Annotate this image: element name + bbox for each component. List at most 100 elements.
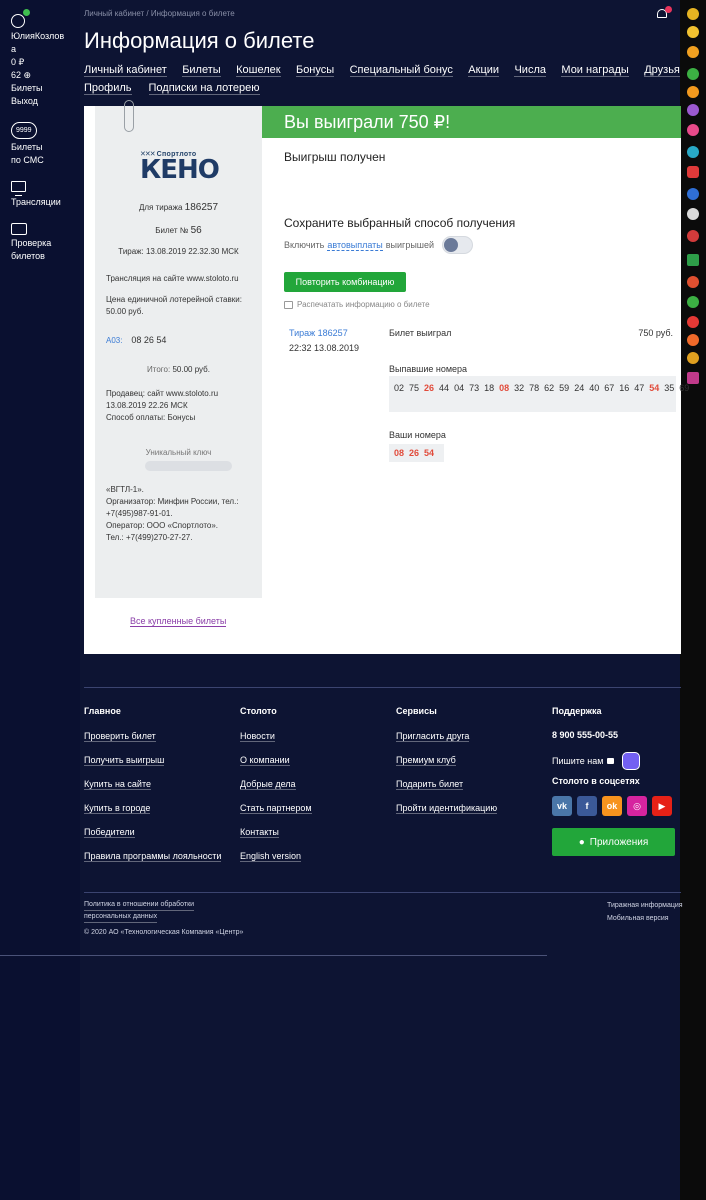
drawn-number: 73 (469, 383, 480, 393)
ticket-receipt: ✕✕✕ Спортлото КЕНО Для тиража 186257 Биле… (95, 100, 262, 598)
lottery-icon[interactable] (687, 334, 699, 346)
lottery-icon[interactable] (687, 316, 699, 328)
footer-link[interactable]: Новости (240, 730, 312, 742)
your-number: 08 (394, 448, 405, 458)
sms-label-2[interactable]: по СМС (11, 154, 80, 167)
balance[interactable]: 0 ₽ (11, 56, 80, 69)
bonus-row[interactable]: 62 ⊕ (11, 69, 80, 82)
nav-item[interactable]: Профиль (84, 82, 132, 95)
nav-item[interactable]: Мои награды (561, 64, 629, 77)
lottery-icon[interactable] (687, 104, 699, 116)
keno-icon[interactable] (687, 254, 699, 266)
breadcrumb[interactable]: Личный кабинет / Информация о билете (84, 9, 235, 18)
drawn-numbers: 02 75 26 44 04 73 18 08 32 78 62 59 24 40 67 16 47 54 35 69 (389, 376, 689, 412)
broadcast-info: Трансляция на сайте www.stoloto.ru (106, 274, 239, 283)
lottery-icon[interactable] (687, 276, 699, 288)
lottery-icon[interactable] (687, 26, 699, 38)
footer-link[interactable]: Премиум клуб (396, 754, 497, 766)
sms-block[interactable]: 9999 Билеты по СМС (11, 122, 80, 167)
bonus-icon: ⊕ (23, 70, 32, 80)
lottery-icon[interactable] (687, 146, 699, 158)
nav-item[interactable]: Друзья (644, 64, 680, 77)
print-link[interactable]: Распечатать информацию о билете (284, 300, 430, 309)
nav-item[interactable]: Кошелек (236, 64, 281, 77)
user-name[interactable]: ЮлияКозлов (11, 30, 80, 43)
broadcasts-block[interactable]: Трансляции (11, 181, 80, 209)
sms-icon: 9999 (11, 122, 37, 139)
lottery-icon[interactable] (687, 166, 699, 178)
bonus-count: 62 (11, 70, 22, 80)
nav-item[interactable]: Личный кабинет (84, 64, 167, 77)
footer-link[interactable]: Пригласить друга (396, 730, 497, 742)
lottery-icon[interactable] (687, 230, 699, 242)
lottery-icon[interactable] (687, 208, 699, 220)
footer-link[interactable]: Купить в городе (84, 802, 221, 814)
ticket-status: Билет выиграл (389, 328, 452, 338)
footer-link[interactable]: Подарить билет (396, 778, 497, 790)
nav-row-2: Профиль Подписки на лотерею (84, 82, 680, 95)
footer-link[interactable]: Правила программы лояльности (84, 850, 222, 862)
nav-item[interactable]: Акции (468, 64, 500, 77)
instagram-icon[interactable]: ◎ (627, 796, 647, 816)
nav-item[interactable]: Билеты (182, 64, 221, 77)
tickets-link[interactable]: Билеты (11, 82, 80, 95)
check-label-2[interactable]: билетов (11, 250, 80, 263)
nav-item[interactable]: Специальный бонус (349, 64, 453, 77)
repeat-combination-button[interactable]: Повторить комбинацию (284, 272, 406, 292)
footer-col-title: Поддержка (552, 706, 602, 716)
lottery-icon[interactable] (687, 46, 699, 58)
drawn-number: 62 (544, 383, 555, 393)
odnoklassniki-icon[interactable]: ok (602, 796, 622, 816)
privacy-policy-link-2[interactable]: персональных данных (84, 911, 158, 923)
logout-link[interactable]: Выход (11, 95, 80, 108)
footer-link[interactable]: Контакты (240, 826, 312, 838)
lottery-icon[interactable] (687, 188, 699, 200)
drawn-number: 75 (409, 383, 420, 393)
footer-link[interactable]: Проверить билет (84, 730, 221, 742)
all-tickets-link[interactable]: Все купленные билеты (130, 616, 227, 627)
footer-link[interactable]: English version (240, 850, 312, 862)
nav-item[interactable]: Подписки на лотерею (148, 82, 260, 95)
draw-link[interactable]: Тираж 186257 (289, 328, 348, 338)
bell-icon[interactable] (656, 6, 672, 20)
autopay-link[interactable]: автовыплаты (327, 240, 383, 251)
drawn-numbers-label: Выпавшие номера (389, 364, 468, 374)
lottery-icon[interactable] (687, 124, 699, 136)
vk-icon[interactable]: vk (552, 796, 572, 816)
privacy-policy-link-1[interactable]: Политика в отношении обработки (84, 899, 195, 911)
broadcasts-link[interactable]: Трансляции (11, 196, 80, 209)
nav-row-1: Личный кабинет Билеты Кошелек Бонусы Спе… (84, 64, 680, 77)
apps-button[interactable]: ● Приложения (552, 828, 675, 856)
facebook-icon[interactable]: f (577, 796, 597, 816)
drawn-number: 35 (664, 383, 675, 393)
check-label-1[interactable]: Проверка (11, 237, 80, 250)
user-block[interactable]: ЮлияКозлов а 0 ₽ 62 ⊕ Билеты Выход (11, 9, 80, 108)
lottery-icon[interactable] (687, 86, 699, 98)
check-tickets-block[interactable]: Проверка билетов (11, 223, 80, 263)
your-numbers-label: Ваши номера (389, 430, 446, 440)
footer-link[interactable]: Пройти идентификацию (396, 802, 498, 814)
user-icon[interactable] (11, 9, 30, 28)
nav-item[interactable]: Числа (514, 64, 546, 77)
chat-icon (607, 758, 615, 764)
footer-link[interactable]: Купить на сайте (84, 778, 221, 790)
nav-item[interactable]: Бонусы (295, 64, 335, 77)
write-us-row[interactable]: Пишите нам (552, 752, 680, 770)
sms-label-1[interactable]: Билеты (11, 141, 80, 154)
youtube-icon[interactable]: ▶ (652, 796, 672, 816)
footer-link[interactable]: Получить выигрыш (84, 754, 221, 766)
footer-link[interactable]: Стать партнером (240, 802, 312, 814)
lottery-icon[interactable] (687, 296, 699, 308)
mobile-version-link[interactable]: Мобильная версия (607, 912, 683, 925)
user-name-tail[interactable]: а (11, 43, 80, 56)
draw-info-link[interactable]: Тиражная информация (607, 899, 683, 912)
lottery-icon[interactable] (687, 68, 699, 80)
footer-link[interactable]: О компании (240, 754, 312, 766)
viber-icon[interactable] (622, 752, 641, 770)
support-phone[interactable]: 8 900 555-00-55 (552, 730, 680, 740)
autopay-toggle[interactable] (442, 236, 474, 254)
footer-link[interactable]: Добрые дела (240, 778, 312, 790)
footer-link[interactable]: Победители (84, 826, 221, 838)
lottery-icon[interactable] (687, 8, 699, 20)
lottery-icon[interactable] (687, 352, 699, 364)
